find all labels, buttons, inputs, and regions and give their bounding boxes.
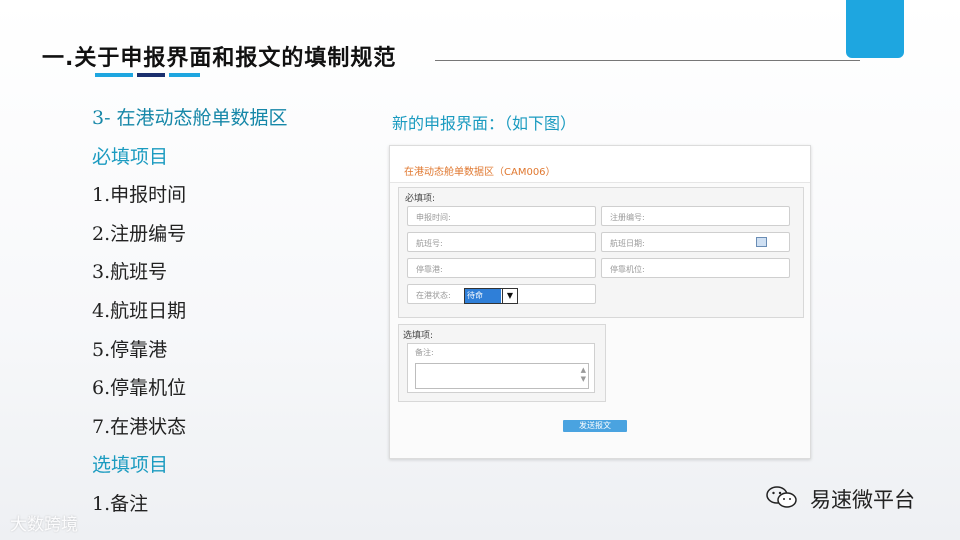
section-heading: 3- 在港动态舱单数据区 bbox=[92, 107, 288, 129]
report-time-field[interactable]: 申报时间: bbox=[407, 206, 596, 226]
list-item: 5.停靠港 bbox=[92, 338, 168, 361]
list-item: 4.航班日期 bbox=[92, 299, 187, 322]
field-label: 航班日期: bbox=[610, 239, 645, 248]
stand-field[interactable]: 停靠机位: bbox=[601, 258, 790, 278]
status-field: 在港状态: 待命 ▼ bbox=[407, 284, 596, 304]
brand-name: 易速微平台 bbox=[810, 488, 915, 512]
remark-label: 备注: bbox=[415, 348, 434, 357]
field-label: 航班号: bbox=[416, 239, 443, 248]
chevron-down-icon[interactable]: ▼ bbox=[502, 289, 517, 303]
field-label: 注册编号: bbox=[610, 213, 645, 222]
list-item: 6.停靠机位 bbox=[92, 377, 187, 400]
form-header: 在港动态舱单数据区（CAM006） bbox=[390, 146, 810, 183]
status-select[interactable]: 待命 ▼ bbox=[464, 288, 518, 304]
form-screenshot: 在港动态舱单数据区（CAM006） 必填项: 申报时间: 注册编号: 航班号: … bbox=[389, 145, 811, 459]
form-title: 在港动态舱单数据区（CAM006） bbox=[404, 167, 556, 178]
accent-bar bbox=[169, 73, 200, 77]
list-item: 1.备注 bbox=[92, 492, 149, 515]
title-accent-bars bbox=[95, 73, 200, 77]
scroll-arrows-icon[interactable]: ▲ ▼ bbox=[581, 366, 586, 384]
accent-bar bbox=[137, 73, 165, 77]
registration-no-field[interactable]: 注册编号: bbox=[601, 206, 790, 226]
flight-date-field[interactable]: 航班日期: bbox=[601, 232, 790, 252]
field-label: 停靠港: bbox=[416, 265, 443, 274]
field-label: 停靠机位: bbox=[610, 265, 645, 274]
port-field[interactable]: 停靠港: bbox=[407, 258, 596, 278]
optional-label: 选填项目 bbox=[92, 454, 169, 477]
title-divider bbox=[435, 60, 860, 61]
required-group-label: 必填项: bbox=[405, 194, 436, 204]
optional-group-label: 选填项: bbox=[403, 331, 434, 341]
slide-title: 一.关于申报界面和报文的填制规范 bbox=[42, 46, 397, 71]
field-label: 申报时间: bbox=[416, 213, 451, 222]
send-message-button[interactable]: 发送报文 bbox=[563, 420, 627, 432]
calendar-icon[interactable] bbox=[756, 237, 767, 247]
field-list: 3- 在港动态舱单数据区 必填项目 1.申报时间 2.注册编号 3.航班号 4.… bbox=[92, 104, 288, 529]
new-ui-caption: 新的申报界面：（如下图） bbox=[392, 114, 577, 133]
required-group: 必填项: 申报时间: 注册编号: 航班号: 航班日期: 停靠港: 停靠机位: 在… bbox=[398, 187, 804, 318]
list-item: 7.在港状态 bbox=[92, 415, 187, 438]
watermark: 大数跨境 bbox=[10, 515, 78, 535]
required-label: 必填项目 bbox=[92, 145, 169, 168]
flight-no-field[interactable]: 航班号: bbox=[407, 232, 596, 252]
list-item: 2.注册编号 bbox=[92, 222, 187, 245]
field-label: 在港状态: bbox=[416, 291, 451, 300]
corner-accent-tab bbox=[846, 0, 904, 58]
list-item: 1.申报时间 bbox=[92, 184, 187, 207]
list-item: 3.航班号 bbox=[92, 261, 168, 284]
status-value: 待命 bbox=[465, 289, 501, 303]
remark-textarea[interactable]: ▲ ▼ bbox=[415, 363, 589, 389]
accent-bar bbox=[95, 73, 133, 77]
wechat-icon bbox=[766, 486, 797, 508]
